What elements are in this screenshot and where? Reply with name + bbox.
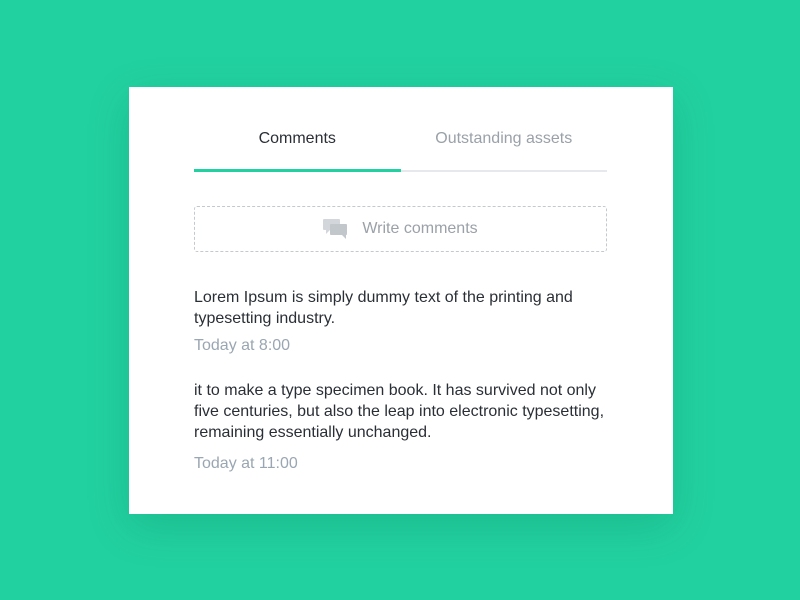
card-content: Comments Outstanding assets Write commen… xyxy=(194,87,607,474)
tab-comments[interactable]: Comments xyxy=(194,87,401,172)
comments-card: Comments Outstanding assets Write commen… xyxy=(129,87,673,514)
comment-item: Lorem Ipsum is simply dummy text of the … xyxy=(194,287,607,356)
comment-timestamp: Today at 11:00 xyxy=(194,455,298,472)
comment-text: it to make a type specimen book. It has … xyxy=(194,382,605,441)
comment-text: Lorem Ipsum is simply dummy text of the … xyxy=(194,289,573,327)
comment-item: it to make a type specimen book. It has … xyxy=(194,380,607,474)
write-comment-input[interactable]: Write comments xyxy=(194,206,607,252)
write-comment-placeholder: Write comments xyxy=(362,220,478,237)
comments-icon xyxy=(323,219,349,239)
tab-bar: Comments Outstanding assets xyxy=(194,87,607,172)
comment-timestamp: Today at 8:00 xyxy=(194,337,291,354)
tab-outstanding-assets[interactable]: Outstanding assets xyxy=(401,87,608,170)
